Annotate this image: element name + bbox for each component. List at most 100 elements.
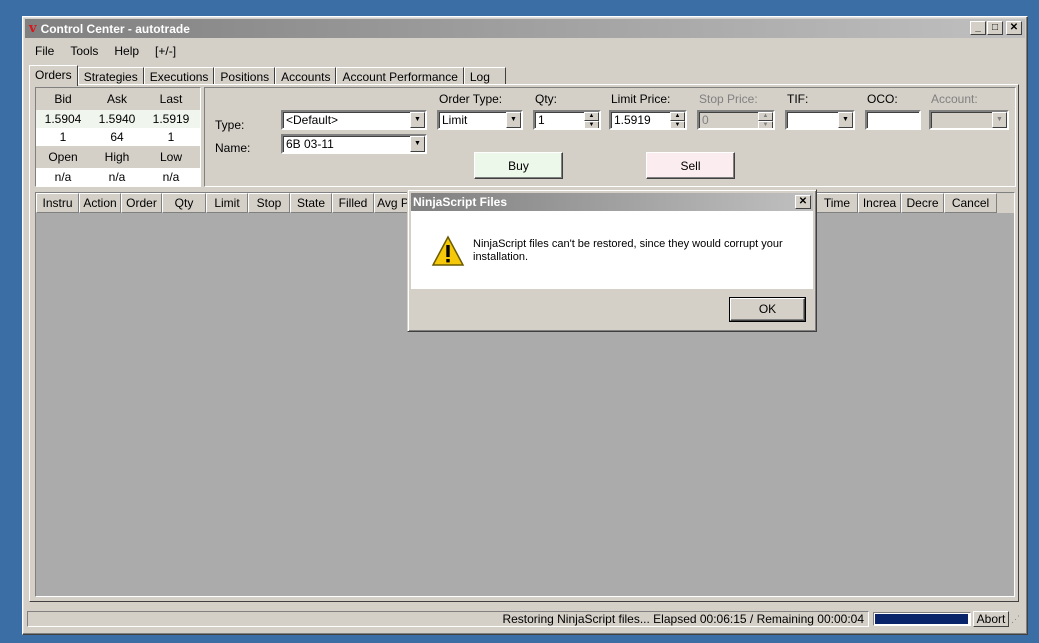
col-time[interactable]: Time	[816, 193, 858, 213]
tab-positions[interactable]: Positions	[214, 67, 276, 85]
last-header: Last	[159, 92, 183, 106]
dialog-close-button[interactable]: ✕	[795, 195, 811, 209]
col-filled[interactable]: Filled	[332, 193, 374, 213]
chevron-down-icon: ▼	[992, 112, 1007, 128]
tab-strategies[interactable]: Strategies	[77, 67, 144, 85]
tab-log[interactable]: Log	[463, 67, 506, 85]
qty-label: Qty:	[535, 92, 558, 106]
col-stop[interactable]: Stop	[248, 193, 290, 213]
spin-up-icon[interactable]: ▲	[584, 112, 599, 121]
low-value: n/a	[162, 170, 180, 184]
instrument-name-value: 6B 03-11	[286, 137, 334, 151]
abort-button[interactable]: Abort	[973, 611, 1009, 627]
bid-header: Bid	[54, 92, 72, 106]
dialog-title: NinjaScript Files	[413, 195, 508, 209]
quote-price-row: 1.5904 1.5940 1.5919	[36, 110, 200, 128]
limit-price-value: 1.5919	[614, 113, 651, 127]
name-label: Name:	[215, 141, 251, 155]
order-type-value: Limit	[442, 113, 468, 127]
account-select: ▼	[929, 110, 1009, 130]
chevron-down-icon[interactable]: ▼	[838, 112, 853, 128]
limit-price-stepper[interactable]: 1.5919 ▲ ▼	[609, 110, 687, 130]
stop-price-value: 0	[702, 113, 709, 127]
tab-executions[interactable]: Executions	[143, 67, 215, 85]
ask-price[interactable]: 1.5940	[90, 112, 144, 126]
menu-file[interactable]: File	[27, 44, 62, 58]
buy-button[interactable]: Buy	[474, 152, 563, 179]
resize-grip-icon[interactable]: ⋰	[1011, 613, 1023, 625]
dialog-message: NinjaScript files can't be restored, sin…	[473, 238, 783, 263]
tab-account-performance[interactable]: Account Performance	[336, 67, 464, 85]
bid-price[interactable]: 1.5904	[36, 112, 90, 126]
spin-down-icon[interactable]: ▼	[670, 121, 685, 128]
dialog-title-bar[interactable]: NinjaScript Files ✕	[411, 193, 813, 211]
high-value: n/a	[108, 170, 126, 184]
menu-tools[interactable]: Tools	[62, 44, 106, 58]
tif-select[interactable]: ▼	[785, 110, 855, 130]
chevron-down-icon[interactable]: ▼	[506, 112, 521, 128]
strategy-type-value: <Default>	[286, 113, 339, 127]
chevron-down-icon[interactable]: ▼	[410, 136, 425, 152]
ask-size: 64	[110, 130, 124, 144]
ninjatrader-logo-icon: v	[29, 21, 37, 36]
col-instrument[interactable]: Instru	[36, 193, 79, 213]
open-value: n/a	[54, 170, 72, 184]
order-entry-box: Type: <Default> ▼ Name: 6B 03-11 ▼ Order…	[204, 87, 1016, 187]
qty-stepper[interactable]: 1 ▲ ▼	[533, 110, 601, 130]
last-size: 1	[167, 130, 175, 144]
window-title: Control Center - autotrade	[40, 21, 190, 36]
ask-header: Ask	[106, 92, 127, 106]
quote-size-row: 1 64 1	[36, 128, 200, 146]
minimize-button[interactable]: _	[970, 21, 986, 35]
tab-accounts[interactable]: Accounts	[275, 67, 337, 85]
dialog-body: NinjaScript files can't be restored, sin…	[411, 211, 813, 289]
account-label: Account:	[931, 92, 978, 106]
status-bar: Restoring NinjaScript files... Elapsed 0…	[27, 610, 1023, 628]
qty-spin-buttons[interactable]: ▲ ▼	[584, 112, 599, 128]
quote-header-row: Bid Ask Last	[36, 88, 200, 110]
col-qty[interactable]: Qty	[162, 193, 206, 213]
sell-button[interactable]: Sell	[646, 152, 735, 179]
col-state[interactable]: State	[290, 193, 332, 213]
title-buttons: _ □ ✕	[969, 21, 1022, 35]
col-order-type[interactable]: Order	[121, 193, 162, 213]
spin-down-icon[interactable]: ▼	[584, 121, 599, 128]
last-price[interactable]: 1.5919	[144, 112, 198, 126]
stop-price-stepper: 0 ▲ ▼	[697, 110, 775, 130]
strategy-type-select[interactable]: <Default> ▼	[281, 110, 427, 130]
col-action[interactable]: Action	[79, 193, 121, 213]
warning-icon	[431, 235, 465, 266]
market-data-box: Bid Ask Last 1.5904 1.5940 1.5919 1 64 1…	[35, 87, 201, 187]
high-header: High	[104, 150, 130, 164]
order-type-select[interactable]: Limit ▼	[437, 110, 523, 130]
col-cancel[interactable]: Cancel	[944, 193, 997, 213]
col-decrease[interactable]: Decre	[901, 193, 944, 213]
bid-size: 1	[59, 130, 67, 144]
title-bar[interactable]: v Control Center - autotrade _ □ ✕	[25, 19, 1025, 38]
stop-spin-buttons: ▲ ▼	[758, 112, 773, 128]
menu-expand[interactable]: [+/-]	[147, 44, 184, 58]
tab-orders[interactable]: Orders	[29, 65, 78, 86]
oco-input[interactable]	[865, 110, 921, 130]
col-increase[interactable]: Increa	[858, 193, 901, 213]
status-text: Restoring NinjaScript files... Elapsed 0…	[27, 611, 869, 627]
stop-price-label: Stop Price:	[699, 92, 758, 106]
maximize-button[interactable]: □	[987, 21, 1003, 35]
limit-price-label: Limit Price:	[611, 92, 671, 106]
type-label: Type:	[215, 118, 245, 132]
spin-up-icon: ▲	[758, 112, 773, 121]
progress-fill	[875, 614, 969, 624]
open-header: Open	[48, 150, 78, 164]
spin-up-icon[interactable]: ▲	[670, 112, 685, 121]
col-limit[interactable]: Limit	[206, 193, 248, 213]
order-type-label: Order Type:	[439, 92, 503, 106]
menu-help[interactable]: Help	[106, 44, 147, 58]
tif-label: TIF:	[787, 92, 809, 106]
chevron-down-icon[interactable]: ▼	[410, 112, 425, 128]
tab-strip: Orders Strategies Executions Positions A…	[29, 65, 506, 86]
close-button[interactable]: ✕	[1006, 21, 1022, 35]
ok-button[interactable]: OK	[730, 298, 805, 321]
spin-down-icon: ▼	[758, 121, 773, 128]
instrument-name-select[interactable]: 6B 03-11 ▼	[281, 134, 427, 154]
limit-spin-buttons[interactable]: ▲ ▼	[670, 112, 685, 128]
